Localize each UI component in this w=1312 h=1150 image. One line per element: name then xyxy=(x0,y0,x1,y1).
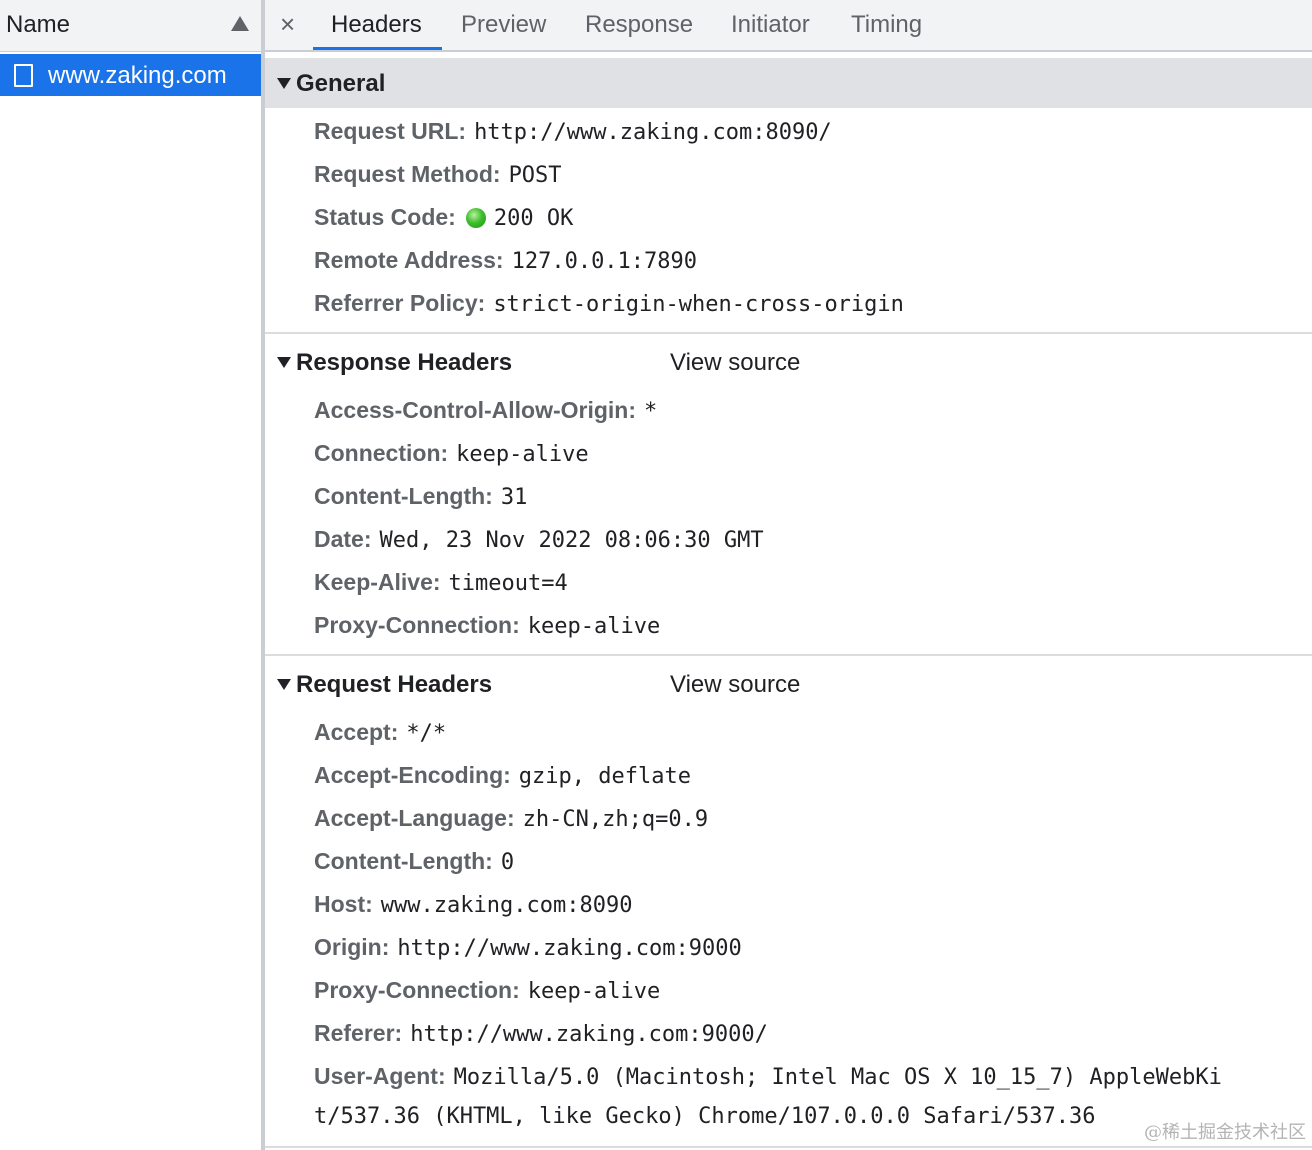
document-icon xyxy=(14,64,33,87)
status-ok-icon xyxy=(465,208,486,228)
header-value: 200 OK xyxy=(493,206,574,231)
header-row: Accept-Language: zh-CN,zh;q=0.9 xyxy=(314,804,708,847)
header-key: Accept: xyxy=(314,719,399,745)
sort-ascending-icon[interactable] xyxy=(231,16,249,31)
section-title: General xyxy=(296,70,386,97)
header-key: Status Code: xyxy=(314,204,456,230)
header-row: Accept-Encoding: gzip, deflate xyxy=(314,761,691,804)
header-value: keep-alive xyxy=(527,614,661,639)
header-key: Request URL: xyxy=(314,118,467,144)
header-key: Proxy-Connection: xyxy=(314,612,520,638)
header-value: zh-CN,zh;q=0.9 xyxy=(522,807,709,832)
header-key: Connection: xyxy=(314,440,449,466)
header-value: http://www.zaking.com:8090/ xyxy=(474,120,832,145)
header-value: POST xyxy=(508,163,562,188)
request-name: www.zaking.com xyxy=(48,62,227,89)
header-row: Host: www.zaking.com:8090 xyxy=(314,890,632,933)
request-row-selected[interactable]: www.zaking.com xyxy=(0,54,261,96)
header-value: www.zaking.com:8090 xyxy=(380,893,633,918)
tab-headers[interactable]: Headers xyxy=(331,11,422,39)
section-title: Response Headers xyxy=(296,349,513,376)
response-headers-section-header[interactable]: Response Headers View source xyxy=(265,337,1312,387)
header-value: 0 xyxy=(500,850,515,875)
header-row: Content-Length: 31 xyxy=(314,482,527,525)
header-row: Date: Wed, 23 Nov 2022 08:06:30 GMT xyxy=(314,525,764,568)
header-key: Host: xyxy=(314,891,373,917)
header-row: Keep-Alive: timeout=4 xyxy=(314,568,568,611)
tab-preview[interactable]: Preview xyxy=(461,11,546,39)
header-value: Wed, 23 Nov 2022 08:06:30 GMT xyxy=(379,528,764,553)
header-row: Connection: keep-alive xyxy=(314,439,589,482)
request-details-panel: × Headers Preview Response Initiator Tim… xyxy=(265,0,1312,1150)
header-key: Request Method: xyxy=(314,161,501,187)
header-value: keep-alive xyxy=(527,979,661,1004)
header-value: 127.0.0.1:7890 xyxy=(511,249,698,274)
header-value-continuation: t/537.36 (KHTML, like Gecko) Chrome/107.… xyxy=(314,1104,1096,1129)
header-key: Remote Address: xyxy=(314,247,504,273)
header-row: Proxy-Connection: keep-alive xyxy=(314,976,660,1019)
expand-triangle-icon xyxy=(277,357,291,368)
header-value: keep-alive xyxy=(456,442,589,467)
header-row: Accept: */* xyxy=(314,718,446,761)
header-key: Origin: xyxy=(314,934,390,960)
header-row: Content-Length: 0 xyxy=(314,847,514,890)
section-divider xyxy=(265,1146,1312,1148)
watermark: @稀土掘金技术社区 xyxy=(1144,1122,1306,1143)
header-key: Access-Control-Allow-Origin: xyxy=(314,397,637,423)
header-row: Proxy-Connection: keep-alive xyxy=(314,611,660,654)
header-key: Keep-Alive: xyxy=(314,569,441,595)
name-column-header[interactable]: Name xyxy=(0,0,261,52)
header-row: Status Code: 200 OK xyxy=(314,203,573,246)
header-value: 31 xyxy=(500,485,528,510)
header-row: Request Method: POST xyxy=(314,160,562,203)
header-key: Content-Length: xyxy=(314,848,493,874)
general-section-header[interactable]: General xyxy=(265,58,1312,108)
request-headers-section-header[interactable]: Request Headers View source xyxy=(265,659,1312,709)
request-list-panel: Name www.zaking.com xyxy=(0,0,261,1150)
name-column-label: Name xyxy=(6,11,71,38)
close-icon[interactable]: × xyxy=(280,9,295,39)
header-value: http://www.zaking.com:9000/ xyxy=(410,1022,768,1047)
header-row: Referrer Policy: strict-origin-when-cross… xyxy=(314,289,904,332)
header-value: Mozilla/5.0 (Macintosh; Intel Mac OS X 1… xyxy=(453,1065,1222,1090)
header-value: timeout=4 xyxy=(448,571,568,596)
header-row: Access-Control-Allow-Origin: * xyxy=(314,396,657,439)
header-value: * xyxy=(644,399,658,424)
header-key: Content-Length: xyxy=(314,483,493,509)
header-row: Referer: http://www.zaking.com:9000/ xyxy=(314,1019,768,1062)
section-divider xyxy=(265,654,1312,656)
header-key: Referrer Policy: xyxy=(314,290,486,316)
view-source-link[interactable]: View source xyxy=(670,349,800,377)
header-row: User-Agent: Mozilla/5.0 (Macintosh; Intel… xyxy=(314,1062,1222,1105)
header-value: */* xyxy=(406,721,447,746)
header-key: Referer: xyxy=(314,1020,403,1046)
header-key: Accept-Language: xyxy=(314,805,515,831)
header-key: Date: xyxy=(314,526,372,552)
tab-response[interactable]: Response xyxy=(585,11,693,39)
header-key: Proxy-Connection: xyxy=(314,977,520,1003)
tab-timing[interactable]: Timing xyxy=(851,11,922,39)
header-row: Request URL: http://www.zaking.com:8090/ xyxy=(314,117,832,160)
header-value: strict-origin-when-cross-origin xyxy=(493,292,904,317)
expand-triangle-icon xyxy=(277,78,291,89)
header-key: User-Agent: xyxy=(314,1063,446,1089)
header-value: http://www.zaking.com:9000 xyxy=(397,936,742,961)
view-source-link[interactable]: View source xyxy=(670,671,800,699)
section-title: Request Headers xyxy=(296,671,493,698)
header-row: Remote Address: 127.0.0.1:7890 xyxy=(314,246,697,289)
header-row: Origin: http://www.zaking.com:9000 xyxy=(314,933,742,976)
header-key: Accept-Encoding: xyxy=(314,762,511,788)
header-value: gzip, deflate xyxy=(518,764,691,789)
active-tab-indicator xyxy=(313,47,442,50)
expand-triangle-icon xyxy=(277,679,291,690)
details-tab-bar: × Headers Preview Response Initiator Tim… xyxy=(265,0,1312,52)
section-divider xyxy=(265,332,1312,334)
tab-initiator[interactable]: Initiator xyxy=(731,11,810,39)
